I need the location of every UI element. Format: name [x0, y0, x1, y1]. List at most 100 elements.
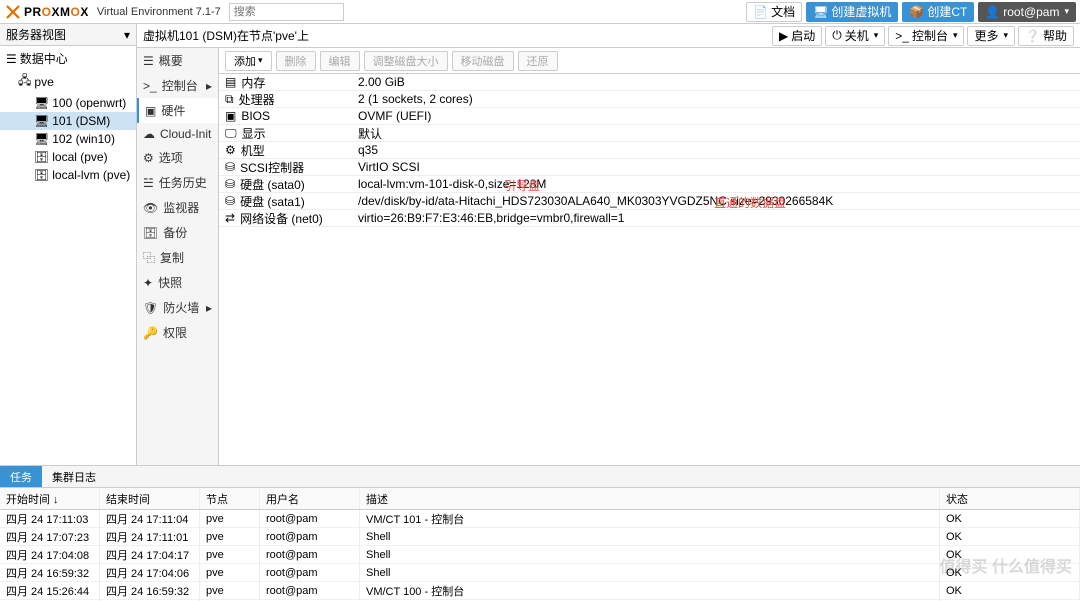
submenu-list[interactable]: ☰概要 [137, 48, 218, 73]
submenu-copy[interactable]: ⿻复制 [137, 245, 218, 270]
log-user: root@pam [260, 582, 360, 600]
hw-key: SCSI控制器 [240, 159, 304, 176]
hdd-icon: ⛁ [225, 160, 235, 174]
hw-row-4[interactable]: ⚙机型q35 [219, 142, 1080, 159]
hw-row-1[interactable]: ⧉处理器2 (1 sockets, 2 cores) [219, 91, 1080, 108]
log-start: 四月 24 15:26:44 [0, 580, 100, 601]
hw-key: 硬盘 (sata0) [240, 176, 305, 193]
submenu-eye[interactable]: 👁监视器 [137, 195, 218, 220]
submenu-label: 硬件 [161, 102, 185, 119]
task-log-panel: 任务 集群日志 开始时间 ↓ 结束时间 节点 用户名 描述 状态 四月 24 1… [0, 465, 1080, 601]
resize-disk-button[interactable]: 调整磁盘大小 [364, 51, 448, 71]
tree-item-2[interactable]: 🖥100 (openwrt) [0, 94, 136, 112]
log-header: 开始时间 ↓ 结束时间 节点 用户名 描述 状态 [0, 488, 1080, 510]
hw-value: virtio=26:B9:F7:E3:46:EB,bridge=vmbr0,fi… [358, 211, 624, 225]
tree-item-6[interactable]: 🗄local-lvm (pve) [0, 166, 136, 184]
submenu-shield[interactable]: 🛡防火墙▸ [137, 295, 218, 320]
submenu-key[interactable]: 🔑权限 [137, 320, 218, 345]
hw-value: 默认 [358, 127, 382, 141]
main-area: 服务器视图 ▾ ☰数据中心🖧pve🖥100 (openwrt)🖥101 (DSM… [0, 24, 1080, 465]
log-end: 四月 24 16:59:32 [100, 580, 200, 601]
submenu-save[interactable]: 🗄备份 [137, 220, 218, 245]
cube-icon: 📦 [909, 5, 924, 19]
cloud-icon: ☁ [143, 127, 155, 141]
shutdown-button[interactable]: ⏻关机 [825, 26, 885, 46]
breadcrumb-bar: 虚拟机101 (DSM)在节点'pve'上 ▶启动 ⏻关机 >_控制台 更多 ❔… [137, 24, 1080, 48]
log-row-4[interactable]: 四月 24 15:26:44四月 24 16:59:32pveroot@pamV… [0, 582, 1080, 600]
start-button[interactable]: ▶启动 [772, 26, 822, 46]
submenu-snap[interactable]: ✦快照 [137, 270, 218, 295]
logo: PROXMOX Virtual Environment 7.1-7 [4, 3, 221, 21]
tree-label: 102 (win10) [52, 132, 115, 146]
col-status[interactable]: 状态 [940, 488, 1080, 509]
submenu-term[interactable]: >_控制台▸ [137, 73, 218, 98]
submenu-tasks[interactable]: ☱任务历史 [137, 170, 218, 195]
submenu-chip[interactable]: ▣硬件 [137, 98, 218, 123]
gear-icon: ⚙ [143, 151, 154, 165]
hardware-panel: 添加 删除 编辑 调整磁盘大小 移动磁盘 还原 ▤内存2.00 GiB⧉处理器2… [219, 48, 1080, 465]
tree-item-1[interactable]: 🖧pve [0, 69, 136, 94]
submenu-cloud[interactable]: ☁Cloud-Init [137, 123, 218, 145]
move-disk-button[interactable]: 移动磁盘 [452, 51, 514, 71]
col-user[interactable]: 用户名 [260, 488, 360, 509]
vm-submenu: ☰概要>_控制台▸▣硬件☁Cloud-Init⚙选项☱任务历史👁监视器🗄备份⿻复… [137, 48, 219, 465]
submenu-label: 控制台 [162, 77, 198, 94]
docs-icon: 📄 [753, 5, 768, 19]
create-vm-button[interactable]: 🖥创建虚拟机 [806, 2, 898, 22]
tree-label: local-lvm (pve) [52, 168, 130, 182]
product-version: Virtual Environment 7.1-7 [97, 6, 221, 18]
net-icon: ⇄ [225, 211, 235, 225]
create-ct-button[interactable]: 📦创建CT [902, 2, 974, 22]
gear-icon: ⚙ [225, 143, 236, 157]
submenu-gear[interactable]: ⚙选项 [137, 145, 218, 170]
user-menu[interactable]: 👤root@pam [978, 2, 1076, 22]
view-label: 服务器视图 [6, 26, 66, 43]
vm-icon: 🖥 [34, 132, 49, 146]
hw-row-3[interactable]: 🖵显示默认 [219, 125, 1080, 142]
add-button[interactable]: 添加 [225, 51, 272, 71]
console-button[interactable]: >_控制台 [888, 26, 964, 46]
hw-row-2[interactable]: ▣BIOSOVMF (UEFI) [219, 108, 1080, 125]
view-selector[interactable]: 服务器视图 ▾ [0, 24, 136, 46]
tree-label: local (pve) [52, 150, 107, 164]
hw-row-6[interactable]: ⛁硬盘 (sata0)local-lvm:vm-101-disk-0,size=… [219, 176, 1080, 193]
hw-row-5[interactable]: ⛁SCSI控制器VirtIO SCSI [219, 159, 1080, 176]
tab-cluster-log[interactable]: 集群日志 [42, 466, 106, 487]
log-tabs: 任务 集群日志 [0, 466, 1080, 488]
content-body: ☰概要>_控制台▸▣硬件☁Cloud-Init⚙选项☱任务历史👁监视器🗄备份⿻复… [137, 48, 1080, 465]
remove-button[interactable]: 删除 [276, 51, 316, 71]
hw-key: BIOS [241, 109, 270, 123]
hw-key: 机型 [241, 142, 265, 159]
tree-item-0[interactable]: ☰数据中心 [0, 48, 136, 69]
col-desc[interactable]: 描述 [360, 488, 940, 509]
revert-button[interactable]: 还原 [518, 51, 558, 71]
log-node: pve [200, 582, 260, 600]
hw-value: 2.00 GiB [358, 75, 405, 89]
hw-row-7[interactable]: ⛁硬盘 (sata1)/dev/disk/by-id/ata-Hitachi_H… [219, 193, 1080, 210]
top-bar: PROXMOX Virtual Environment 7.1-7 📄文档 🖥创… [0, 0, 1080, 24]
tree-item-4[interactable]: 🖥102 (win10) [0, 130, 136, 148]
hw-row-8[interactable]: ⇄网络设备 (net0)virtio=26:B9:F7:E3:46:EB,bri… [219, 210, 1080, 227]
submenu-label: 监视器 [163, 199, 199, 216]
tree-item-5[interactable]: 🗄local (pve) [0, 148, 136, 166]
tree-label: pve [34, 75, 53, 89]
help-button[interactable]: ❔帮助 [1018, 26, 1074, 46]
tab-tasks[interactable]: 任务 [0, 466, 42, 487]
hw-key: 显示 [242, 125, 266, 142]
hw-row-0[interactable]: ▤内存2.00 GiB [219, 74, 1080, 91]
log-node: pve [200, 564, 260, 582]
annotation: 直通的数据盘 [714, 194, 786, 211]
hw-value: 2 (1 sockets, 2 cores) [358, 92, 473, 106]
log-status: OK [940, 528, 1080, 546]
edit-button[interactable]: 编辑 [320, 51, 360, 71]
search-input[interactable] [229, 3, 344, 21]
log-user: root@pam [260, 528, 360, 546]
more-button[interactable]: 更多 [967, 26, 1015, 46]
docs-button[interactable]: 📄文档 [746, 2, 802, 22]
log-status: OK [940, 564, 1080, 582]
tree-item-3[interactable]: 🖥101 (DSM) [0, 112, 136, 130]
col-node[interactable]: 节点 [200, 488, 260, 509]
col-end[interactable]: 结束时间 [100, 488, 200, 509]
col-start[interactable]: 开始时间 ↓ [0, 488, 100, 509]
hardware-toolbar: 添加 删除 编辑 调整磁盘大小 移动磁盘 还原 [219, 48, 1080, 74]
